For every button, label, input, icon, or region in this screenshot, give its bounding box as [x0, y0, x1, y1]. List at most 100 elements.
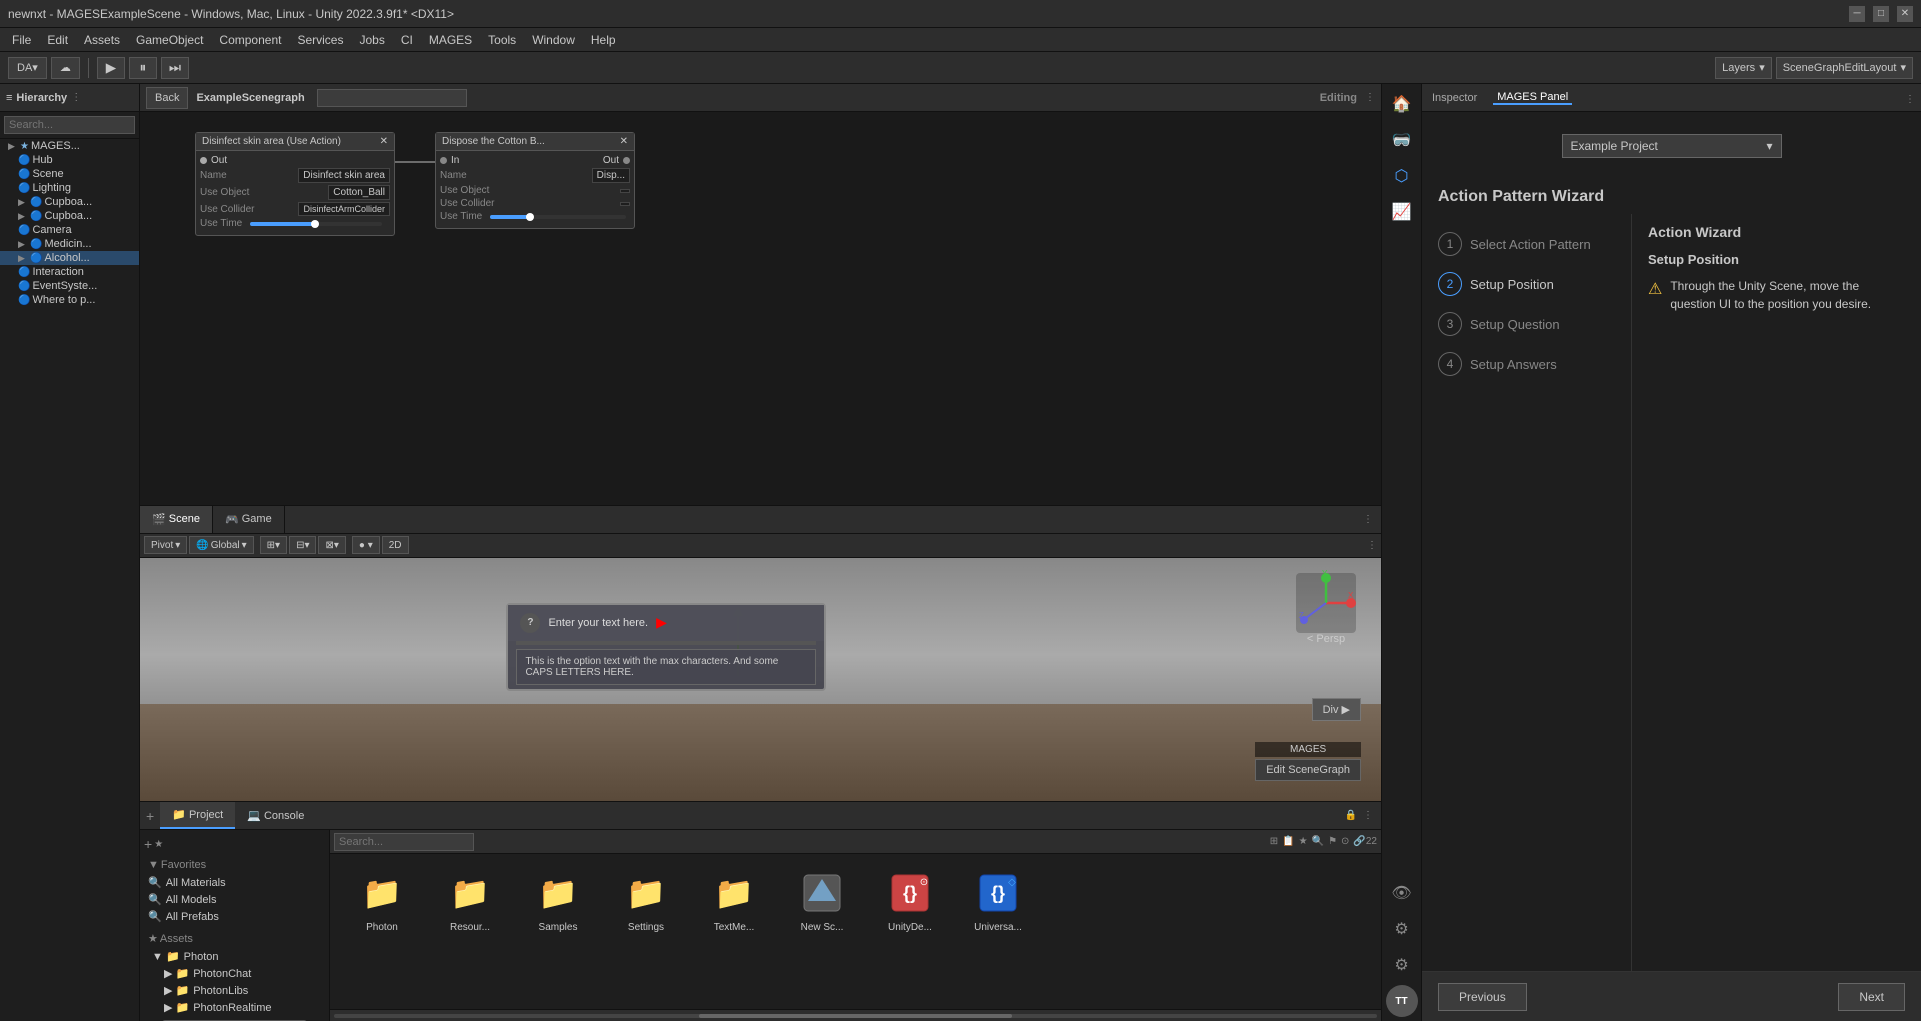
- tab-scene[interactable]: 🎬 Scene: [140, 506, 213, 533]
- menu-item-mages[interactable]: MAGES: [421, 28, 480, 51]
- tree-item-interaction[interactable]: 🔵 Interaction: [0, 265, 139, 279]
- scenegraph-back-button[interactable]: Back: [146, 87, 188, 109]
- scene-options-button[interactable]: ⋮: [1363, 514, 1373, 525]
- asset-resources[interactable]: 📁 Resour...: [430, 866, 510, 933]
- assets-list-btn[interactable]: 📋: [1282, 836, 1294, 847]
- next-button[interactable]: Next: [1838, 983, 1905, 1011]
- wizard-step-2[interactable]: 2 Setup Position: [1432, 264, 1621, 304]
- asset-newscene[interactable]: New Sc...: [782, 866, 862, 933]
- menu-item-file[interactable]: File: [4, 28, 39, 51]
- tab-project[interactable]: 📁 Project: [160, 802, 235, 829]
- pivot-button[interactable]: Pivot ▾: [144, 536, 187, 554]
- vr-icon-button[interactable]: 🥽: [1386, 124, 1418, 156]
- tab-mages-panel[interactable]: MAGES Panel: [1493, 91, 1572, 105]
- tree-item-eventsystem[interactable]: 🔵 EventSyste...: [0, 279, 139, 293]
- menu-item-tools[interactable]: Tools: [480, 28, 524, 51]
- gear1-icon-button[interactable]: ⚙: [1386, 913, 1418, 945]
- cloud-button[interactable]: ☁: [51, 57, 80, 79]
- minimize-button[interactable]: ─: [1849, 6, 1865, 22]
- sg-node-dispose[interactable]: Dispose the Cotton B... ✕ In Out Name: [435, 132, 635, 229]
- add-asset-button[interactable]: +: [146, 808, 154, 824]
- project-select-dropdown[interactable]: Example Project ▾: [1562, 134, 1782, 158]
- viewport-question-ui[interactable]: ? Enter your text here. ▶ This is the op…: [506, 603, 826, 691]
- assets-star-btn[interactable]: ★: [1299, 836, 1308, 847]
- menu-item-help[interactable]: Help: [583, 28, 624, 51]
- bottom-more-button[interactable]: ⋮: [1363, 810, 1373, 821]
- previous-button[interactable]: Previous: [1438, 983, 1527, 1011]
- wizard-step-4[interactable]: 4 Setup Answers: [1432, 344, 1621, 384]
- sg-node-disinfect[interactable]: Disinfect skin area (Use Action) ✕ Out N…: [195, 132, 395, 236]
- asset-universal[interactable]: {} ◇ Universa...: [958, 866, 1038, 933]
- gear2-icon-button[interactable]: ⚙: [1386, 949, 1418, 981]
- asset-settings[interactable]: 📁 Settings: [606, 866, 686, 933]
- assets-flag-btn[interactable]: ⚑: [1328, 836, 1337, 847]
- edit-scenegraph-button[interactable]: Edit SceneGraph: [1255, 759, 1361, 781]
- asset-tree-photonrealtime[interactable]: ▶ 📁 PhotonRealtime: [144, 999, 325, 1016]
- asset-photon[interactable]: 📁 Photon: [342, 866, 422, 933]
- assets-filter-btn[interactable]: 🔍: [1312, 836, 1324, 847]
- graph-icon-button[interactable]: ⬡: [1386, 160, 1418, 192]
- layers-dropdown[interactable]: Layers ▾: [1715, 57, 1772, 79]
- right-more-button[interactable]: ⋮: [1905, 94, 1915, 105]
- maximize-button[interactable]: □: [1873, 6, 1889, 22]
- tree-item-alcohol[interactable]: ▶ 🔵 Alcohol...: [0, 251, 139, 265]
- asset-tree-photon[interactable]: ▼ 📁 Photon: [144, 948, 325, 965]
- tree-item-mages[interactable]: ▶ ★ MAGES...: [0, 139, 139, 153]
- view-icon-button[interactable]: 👁: [1386, 877, 1418, 909]
- grid-btn-3[interactable]: ⊠▾: [318, 536, 345, 554]
- menu-item-gameobject[interactable]: GameObject: [128, 28, 211, 51]
- fav-all-materials[interactable]: 🔍 All Materials: [144, 874, 325, 891]
- fav-all-prefabs[interactable]: 🔍 All Prefabs: [144, 908, 325, 925]
- asset-samples[interactable]: 📁 Samples: [518, 866, 598, 933]
- menu-item-jobs[interactable]: Jobs: [351, 28, 392, 51]
- menu-item-assets[interactable]: Assets: [76, 28, 128, 51]
- menu-item-edit[interactable]: Edit: [39, 28, 76, 51]
- tree-item-medicine[interactable]: ▶ 🔵 Medicin...: [0, 237, 139, 251]
- scenegraph-menu-button[interactable]: ⋮: [1365, 92, 1375, 103]
- fav-all-models[interactable]: 🔍 All Models: [144, 891, 325, 908]
- scenegraph-canvas[interactable]: Disinfect skin area (Use Action) ✕ Out N…: [140, 112, 1381, 506]
- asset-tree-photonchat[interactable]: ▶ 📁 PhotonChat: [144, 965, 325, 982]
- menu-item-component[interactable]: Component: [211, 28, 289, 51]
- scene-more-button[interactable]: ⋮: [1367, 540, 1377, 551]
- viewport-nav-arrow[interactable]: Div ▶: [1312, 698, 1361, 721]
- tree-item-hub[interactable]: 🔵 Hub: [0, 153, 139, 167]
- account-button[interactable]: DA ▾: [8, 57, 47, 79]
- step-button[interactable]: ⏭: [161, 57, 189, 79]
- grid-btn-2[interactable]: ⊟▾: [289, 536, 316, 554]
- wizard-step-3[interactable]: 3 Setup Question: [1432, 304, 1621, 344]
- scenegraph-search-input[interactable]: [317, 89, 467, 107]
- assets-info-btn[interactable]: ⊙: [1341, 836, 1349, 847]
- favorites-section[interactable]: ▼ Favorites: [144, 856, 325, 874]
- close-button[interactable]: ✕: [1897, 6, 1913, 22]
- layout-dropdown[interactable]: SceneGraphEditLayout ▾: [1776, 57, 1913, 79]
- tree-item-lighting[interactable]: 🔵 Lighting: [0, 181, 139, 195]
- tree-item-cupboard1[interactable]: ▶ 🔵 Cupboa...: [0, 195, 139, 209]
- wizard-step-1[interactable]: 1 Select Action Pattern: [1432, 224, 1621, 264]
- tree-item-cupboard2[interactable]: ▶ 🔵 Cupboa...: [0, 209, 139, 223]
- lock-button[interactable]: 🔒: [1345, 810, 1357, 821]
- home-icon-button[interactable]: 🏠: [1386, 88, 1418, 120]
- avatar-button[interactable]: TT: [1386, 985, 1418, 1017]
- tree-item-whereto[interactable]: 🔵 Where to p...: [0, 293, 139, 307]
- hierarchy-menu-button[interactable]: ⋮: [71, 92, 81, 103]
- menu-item-ci[interactable]: CI: [393, 28, 421, 51]
- assets-search-input[interactable]: [334, 833, 474, 851]
- asset-tree-photonlibs[interactable]: ▶ 📁 PhotonLibs: [144, 982, 325, 999]
- 2d-btn[interactable]: 2D: [382, 536, 409, 554]
- shading-btn[interactable]: ● ▾: [352, 536, 380, 554]
- sidebar-add-button[interactable]: +: [144, 836, 152, 852]
- menu-item-services[interactable]: Services: [289, 28, 351, 51]
- tab-console[interactable]: 💻 Console: [235, 802, 316, 829]
- tree-item-scene[interactable]: 🔵 Scene: [0, 167, 139, 181]
- assets-grid-btn[interactable]: ⊞: [1270, 836, 1278, 847]
- grid-btn-1[interactable]: ⊞▾: [260, 536, 287, 554]
- chart-icon-button[interactable]: 📈: [1386, 196, 1418, 228]
- pause-button[interactable]: ⏸: [129, 57, 157, 79]
- global-button[interactable]: 🌐 Global ▾: [189, 536, 253, 554]
- scene-viewport[interactable]: ? Enter your text here. ▶ This is the op…: [140, 558, 1381, 801]
- tab-game[interactable]: 🎮 Game: [213, 506, 285, 533]
- asset-unitydefault[interactable]: {} ⊙ UnityDe...: [870, 866, 950, 933]
- menu-item-window[interactable]: Window: [524, 28, 583, 51]
- hierarchy-search-input[interactable]: [4, 116, 135, 134]
